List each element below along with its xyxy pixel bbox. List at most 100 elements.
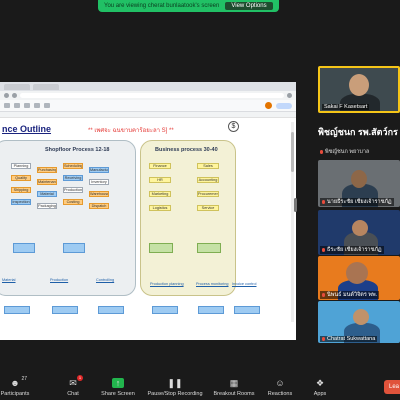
browser-tab[interactable] [33, 83, 59, 90]
process-cell: Scheduling [63, 163, 83, 169]
business-cell: Marketing [149, 191, 171, 197]
participant-name-row: พิชญ์ชนก พยาบาล [320, 148, 369, 156]
business-cell: Service [197, 205, 219, 211]
reload-icon[interactable] [12, 93, 17, 98]
muted-mic-icon [322, 337, 325, 341]
participant-video-tile[interactable]: Sakai F Kasetsart [318, 66, 400, 113]
participant-face [346, 262, 368, 284]
chat-button[interactable]: ✉ 1 Chat [48, 375, 98, 397]
process-cell: Maintenance [37, 179, 57, 185]
participant-face [352, 220, 368, 236]
business-cell: Sales [197, 163, 219, 169]
pause-stop-recording-button[interactable]: ❚❚ Pause/Stop Recording [147, 377, 202, 398]
output-block [52, 306, 78, 314]
process-cell: Inventory [89, 179, 109, 185]
shopfloor-process-panel: Shopfloor Process 12-18 Planning Purchasi… [0, 140, 136, 296]
process-cell: Packaging [37, 203, 57, 209]
participant-name: Chatrat Sukwattana [320, 336, 378, 342]
dollar-icon: $ [228, 121, 239, 132]
scroll-thumb[interactable] [291, 132, 294, 172]
view-options-button[interactable]: View Options [225, 2, 273, 10]
redo-icon[interactable] [14, 103, 20, 108]
slide-note: ** เพศจะ ฉนขาบคาร้อยะลา S] ** [88, 128, 174, 134]
profile-icon[interactable] [287, 93, 292, 98]
pause-stop-icon: ❚❚ [167, 377, 183, 388]
leave-button[interactable]: Lea [384, 380, 400, 394]
process-cell: Warehouse [89, 191, 109, 197]
share-banner-text: You are viewing cherat bunlaatook's scre… [104, 3, 220, 9]
business-cell: Finance [149, 163, 171, 169]
zoom-icon[interactable] [34, 103, 40, 108]
flow-label: Production planning [150, 282, 184, 286]
process-cell: Manufacturing [89, 167, 109, 173]
doc-share-button[interactable] [276, 102, 292, 109]
business-cell: Procurement [197, 191, 219, 197]
share-screen-button[interactable]: ↑ Share Screen [93, 378, 143, 397]
process-cell: Inspection [11, 199, 31, 205]
participant-name: นิพนธ์ มนต์วิจิตร พพ. [320, 291, 380, 299]
apps-button[interactable]: ❖ Apps [295, 377, 345, 398]
participant-face [349, 74, 369, 96]
process-cell: Shipping [11, 187, 31, 193]
collaborator-avatar[interactable] [265, 102, 272, 109]
reactions-icon: ☺ [275, 378, 285, 388]
breakout-rooms-button[interactable]: ▦ Breakout Rooms [209, 377, 259, 398]
process-cell: Planning [11, 163, 31, 169]
business-process-panel: Business process 30-40 Finance Sales HR Acc… [140, 140, 236, 296]
participant-video-tile[interactable]: Chatrat Sukwattana [318, 301, 400, 343]
process-cell: Production [63, 187, 83, 193]
share-screen-icon: ↑ [112, 378, 124, 388]
flow-label: Production [50, 278, 69, 282]
back-icon[interactable] [4, 93, 9, 98]
participant-name: นายธีระชัย เชียงเจ้าราชภัฏ [320, 198, 394, 206]
flow-label: Process monitoring [196, 282, 229, 286]
font-icon[interactable] [44, 103, 50, 108]
muted-mic-icon [320, 150, 323, 154]
output-block [152, 306, 178, 314]
process-cell: Purchasing [37, 167, 57, 173]
participant-name: ธีระชัย เชียงเจ้าราชภัฏ [320, 246, 384, 254]
flow-label: Invoice control [232, 282, 257, 286]
document-toolbar [0, 100, 296, 112]
business-cell: HR [149, 177, 171, 183]
participant-video-tile[interactable]: นายธีระชัย เชียงเจ้าราชภัฏ [318, 160, 400, 207]
browser-tab-strip [0, 82, 296, 91]
process-cell: Quality [11, 175, 31, 181]
panel-resize-handle[interactable] [294, 198, 297, 212]
process-cell: Dispatch [89, 203, 109, 209]
process-cell: Receiving [63, 175, 83, 181]
screen-share-banner: You are viewing cherat bunlaatook's scre… [98, 0, 279, 12]
apps-icon: ❖ [315, 377, 325, 388]
participant-face [351, 170, 367, 188]
output-block [98, 306, 124, 314]
undo-icon[interactable] [4, 103, 10, 108]
participants-button[interactable]: ☻ 27 Participants [0, 376, 40, 397]
document-scrollbar[interactable] [291, 122, 294, 322]
chat-icon: ✉ 1 [69, 375, 83, 388]
muted-mic-icon [322, 200, 325, 204]
slide-canvas: nce Outline ** เพศจะ ฉนขาบคาร้อยะลา S] *… [0, 120, 272, 332]
print-icon[interactable] [24, 103, 30, 108]
summary-block [149, 243, 173, 253]
browser-tab[interactable] [4, 83, 30, 90]
panel-title: Shopfloor Process 12-18 [45, 147, 110, 153]
breakout-rooms-icon: ▦ [229, 377, 239, 388]
process-cell: Costing [63, 199, 83, 205]
url-field[interactable] [20, 93, 284, 98]
participants-icon: ☻ 27 [10, 376, 27, 388]
participant-video-tile[interactable]: ธีระชัย เชียงเจ้าราชภัฏ [318, 210, 400, 255]
browser-address-bar [0, 91, 296, 100]
participant-name-tile[interactable]: พิชญ์ชนก รพ.สัตว์กร [318, 125, 400, 139]
summary-block [13, 243, 35, 253]
output-block [4, 306, 30, 314]
output-block [234, 306, 260, 314]
zoom-meeting-window: You are viewing cherat bunlaatook's scre… [0, 0, 400, 400]
flow-label: Controlling [96, 278, 115, 282]
flow-label: Material [2, 278, 16, 282]
shared-screen[interactable]: nce Outline ** เพศจะ ฉนขาบคาร้อยะลา S] *… [0, 82, 296, 340]
muted-mic-icon [322, 248, 325, 252]
summary-block [63, 243, 85, 253]
business-cell: Logistics [149, 205, 171, 211]
panel-title: Business process 30-40 [155, 147, 218, 153]
participant-video-tile[interactable]: นิพนธ์ มนต์วิจิตร พพ. [318, 256, 400, 300]
